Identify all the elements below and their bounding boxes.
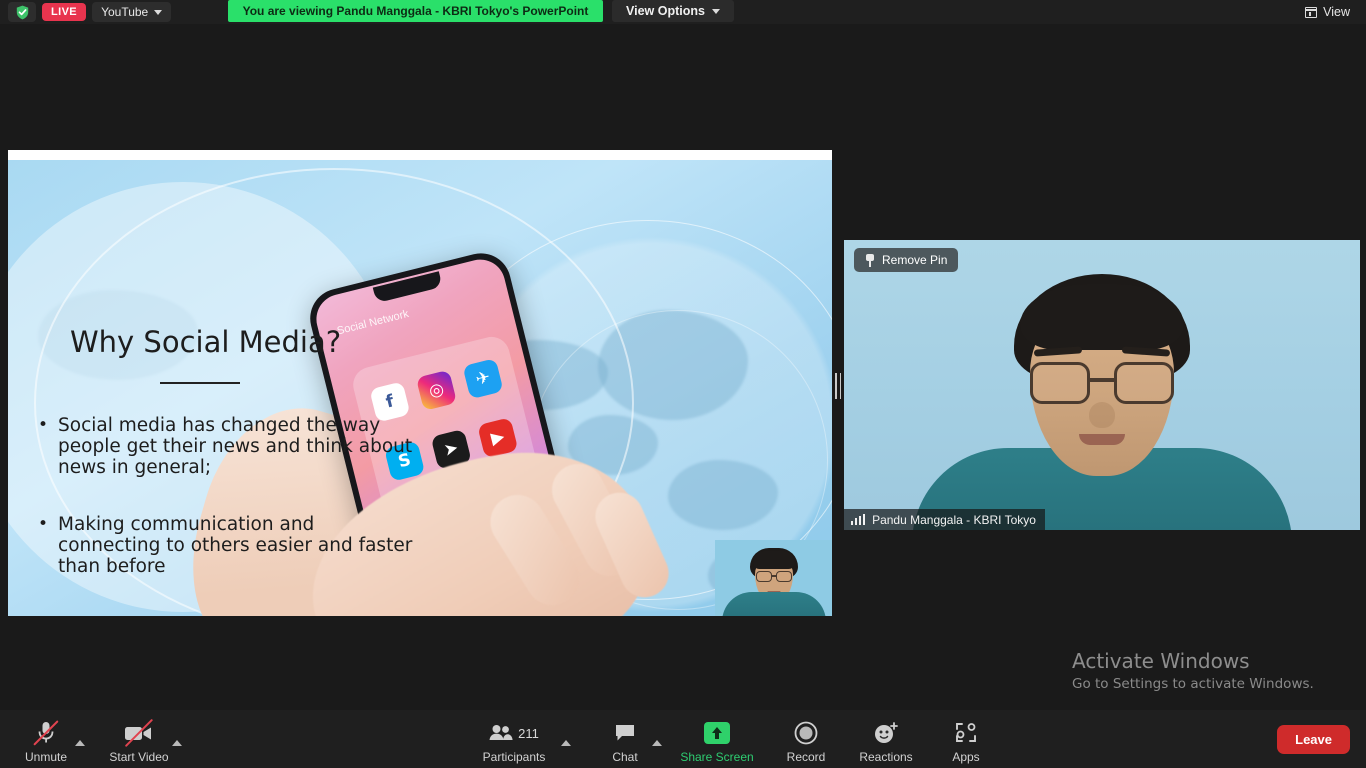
grip-line [835,373,837,399]
mouth [1079,434,1125,445]
participant-name-label: Pandu Manggala - KBRI Tokyo [872,512,1036,527]
apps-glyph [956,723,976,742]
glasses-bridge [1090,378,1114,382]
chat-label: Chat [612,750,638,764]
people-glyph [489,725,513,740]
unmute-button[interactable]: Unmute [10,719,82,764]
zoom-meeting-window: LIVE YouTube You are viewing Pandu Mangg… [0,0,1366,768]
audio-level-bars-icon [851,514,866,525]
video-camera-off-icon [124,718,154,748]
eyeglasses [1028,362,1176,404]
participants-count: 211 [518,725,539,741]
layout-grid-icon [1305,6,1318,18]
audio-options-caret-icon[interactable] [75,740,85,746]
slide-bullet-item: • Making communication and connecting to… [38,514,418,577]
slide-title-underline [160,382,240,384]
slide-bullet-text: Making communication and connecting to o… [58,514,413,577]
top-bar-left-controls: LIVE YouTube [0,2,172,22]
record-circle-icon [794,719,818,747]
participant-head [1014,274,1190,486]
microphone-muted-icon [33,719,59,747]
up-arrow-glyph [712,727,722,739]
share-square [704,722,730,744]
watermark-subtitle: Go to Settings to activate Windows. [1072,676,1314,692]
self-view-thumbnail[interactable] [715,540,832,616]
shield-check-icon[interactable] [8,2,36,22]
video-options-caret-icon[interactable] [172,740,182,746]
chat-button[interactable]: Chat [589,719,661,764]
participant-video-tile[interactable] [844,240,1360,530]
share-screen-button[interactable]: Share Screen [680,719,754,764]
pin-icon [865,253,875,267]
record-glyph [794,721,818,745]
view-layout-button[interactable]: View [1297,2,1358,22]
slide-text-block: Why Social Media? • Social media has cha… [8,160,468,616]
slide-title: Why Social Media? [70,325,342,359]
live-badge: LIVE [42,3,87,21]
remove-pin-label: Remove Pin [882,253,948,267]
slide-bullet-item: • Social media has changed the way peopl… [38,415,418,478]
participants-caret-icon[interactable] [561,740,571,746]
top-bar: LIVE YouTube You are viewing Pandu Mangg… [0,0,1366,24]
meeting-toolbar: Unmute Start Video 211 Participants Chat… [0,710,1366,768]
chat-glyph [616,725,634,741]
reactions-button[interactable]: Reactions [850,719,922,764]
record-button[interactable]: Record [770,719,842,764]
view-options-label: View Options [626,4,705,18]
lens [1030,362,1090,404]
chevron-down-icon [711,8,720,14]
unmute-label: Unmute [24,750,68,764]
shield-check-glyph [16,5,28,19]
shared-screen-area[interactable]: Social Network f ◎ ✈ S ➤ ▶ ☎ VK ✆ [8,150,832,616]
view-options-button[interactable]: View Options [612,0,734,22]
share-screen-up-arrow-icon [704,719,730,747]
panel-resize-handle[interactable] [832,366,844,406]
bullet-marker: • [38,415,49,435]
nose [1089,402,1115,428]
hair-front [1020,284,1184,350]
chat-bubble-icon [614,719,636,747]
participants-icon: 211 [489,719,539,747]
leave-button[interactable]: Leave [1277,725,1350,754]
participant-name-tag: Pandu Manggala - KBRI Tokyo [844,509,1045,530]
viewing-presentation-banner: You are viewing Pandu Manggala - KBRI To… [228,0,603,22]
reactions-label: Reactions [859,750,913,764]
start-video-button[interactable]: Start Video [103,718,175,764]
streaming-platform-dropdown[interactable]: YouTube [92,2,172,22]
apps-bracket-icon [954,719,978,747]
streaming-platform-label: YouTube [101,5,149,19]
smiley-plus-glyph [875,722,898,743]
participants-button[interactable]: 211 Participants [478,719,550,764]
watermark-title: Activate Windows [1072,649,1250,673]
start-video-label: Start Video [109,750,169,764]
bullet-marker: • [38,514,49,534]
powerpoint-slide: Social Network f ◎ ✈ S ➤ ▶ ☎ VK ✆ [8,160,832,616]
lens [1114,362,1174,404]
grip-line [839,373,841,399]
twitter-icon: ✈ [462,357,504,399]
shared-screen-top-strip [8,150,832,160]
share-screen-label: Share Screen [680,750,754,764]
reactions-smiley-plus-icon [873,719,899,747]
apps-label: Apps [952,750,980,764]
slide-bullet-text: Social media has changed the way people … [58,415,413,478]
chat-caret-icon[interactable] [652,740,662,746]
view-button-label: View [1323,5,1350,19]
activate-windows-watermark: Activate Windows Go to Settings to activ… [1072,648,1314,694]
participants-label: Participants [482,750,546,764]
chevron-down-icon [154,9,163,15]
slide-bullet-list: • Social media has changed the way peopl… [38,415,418,613]
remove-pin-button[interactable]: Remove Pin [854,248,959,272]
apps-button[interactable]: Apps [930,719,1002,764]
record-label: Record [786,750,826,764]
